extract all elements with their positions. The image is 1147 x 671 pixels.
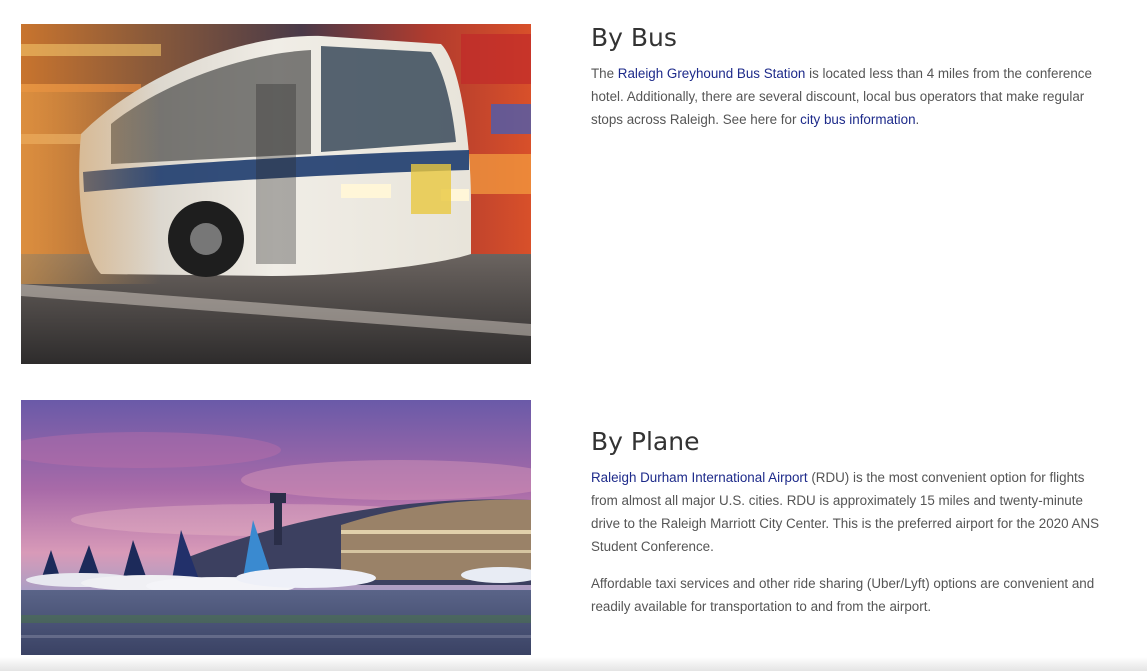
rdu-airport-link[interactable]: Raleigh Durham International Airport bbox=[591, 470, 808, 485]
airport-photo bbox=[21, 400, 531, 655]
plane-paragraph-2: Affordable taxi services and other ride … bbox=[591, 576, 1095, 614]
bus-text: By Bus The Raleigh Greyhound Bus Station… bbox=[591, 24, 1103, 145]
bus-text-1: The bbox=[591, 66, 618, 81]
page-bottom-edge bbox=[0, 657, 1147, 671]
transportation-page: By Bus The Raleigh Greyhound Bus Station… bbox=[0, 0, 1147, 671]
plane-text: By Plane Raleigh Durham International Ai… bbox=[591, 428, 1103, 632]
plane-section: By Plane Raleigh Durham International Ai… bbox=[0, 400, 1147, 660]
bus-paragraph: The Raleigh Greyhound Bus Station is loc… bbox=[591, 62, 1103, 131]
bus-photo bbox=[21, 24, 531, 364]
bus-text-3: . bbox=[915, 112, 920, 127]
greyhound-station-link[interactable]: Raleigh Greyhound Bus Station bbox=[618, 66, 806, 81]
bus-section: By Bus The Raleigh Greyhound Bus Station… bbox=[0, 24, 1147, 364]
plane-heading: By Plane bbox=[591, 427, 700, 456]
city-bus-info-link[interactable]: city bus information bbox=[800, 112, 915, 127]
bus-heading: By Bus bbox=[591, 23, 677, 52]
plane-paragraph-1: Raleigh Durham International Airport (RD… bbox=[591, 466, 1103, 558]
